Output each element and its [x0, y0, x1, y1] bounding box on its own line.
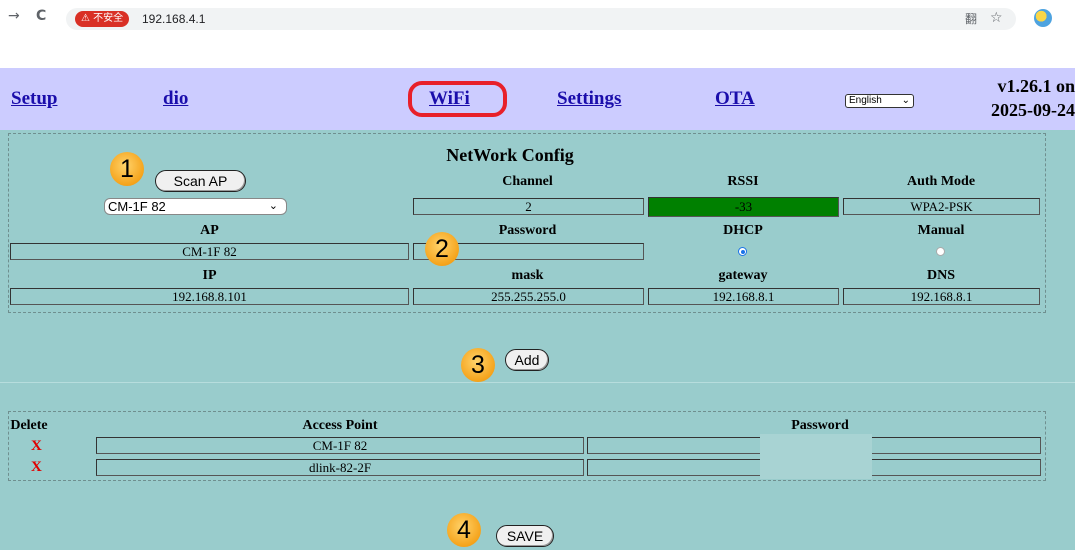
section-divider — [0, 382, 1075, 383]
language-select[interactable]: English ⌄ — [845, 94, 914, 108]
channel-header: Channel — [502, 174, 553, 189]
rssi-value: -33 — [648, 197, 839, 217]
delete-ap-2-button[interactable]: X — [31, 459, 42, 475]
nav-settings-link[interactable]: Settings — [557, 88, 621, 110]
language-select-value: English — [849, 95, 882, 106]
version-line-1: v1.26.1 on — [997, 76, 1075, 96]
auth-mode-value: WPA2-PSK — [843, 198, 1040, 215]
save-button[interactable]: SAVE — [496, 525, 554, 547]
wifi-highlight-outline — [408, 81, 507, 117]
dns-header: DNS — [926, 268, 955, 283]
step-badge-3: 3 — [461, 348, 495, 382]
bookmark-star-icon[interactable]: ☆ — [990, 10, 1003, 26]
delete-header: Delete — [10, 418, 48, 433]
saved-ap-1-name[interactable]: CM-1F 82 — [96, 437, 584, 454]
network-config-title: NetWork Config — [446, 145, 574, 165]
saved-password-header: Password — [791, 418, 849, 433]
chevron-down-icon: ⌄ — [268, 200, 278, 212]
delete-ap-1-button[interactable]: X — [31, 438, 42, 454]
ap-select-value: CM-1F 82 — [108, 199, 166, 214]
dhcp-header: DHCP — [723, 223, 763, 238]
chevron-down-icon: ⌄ — [901, 95, 910, 106]
manual-radio[interactable] — [936, 247, 945, 256]
profile-avatar-icon[interactable] — [1034, 9, 1052, 27]
saved-ap-2-name[interactable]: dlink-82-2F — [96, 459, 584, 476]
browser-toolbar: → C ⚠ 不安全 192.168.4.1 翻 ☆ — [0, 0, 1075, 34]
manual-header: Manual — [917, 223, 965, 238]
ap-header: AP — [200, 223, 219, 238]
dhcp-radio[interactable] — [738, 247, 747, 256]
mask-field[interactable]: 255.255.255.0 — [413, 288, 644, 305]
nav-setup-link[interactable]: Setup — [11, 88, 57, 110]
nav-ota-link[interactable]: OTA — [715, 88, 755, 110]
translate-icon[interactable]: 翻 — [965, 11, 977, 27]
url-text[interactable]: 192.168.4.1 — [142, 11, 205, 27]
channel-value: 2 — [413, 198, 644, 215]
ap-select-dropdown[interactable]: CM-1F 82 ⌄ — [104, 198, 287, 215]
password-redaction-overlay — [760, 434, 872, 479]
gateway-header: gateway — [718, 268, 768, 283]
version-date: 2025-09-24 — [991, 100, 1075, 120]
access-point-header: Access Point — [302, 418, 378, 433]
mask-header: mask — [511, 268, 544, 283]
step-badge-1: 1 — [110, 152, 144, 186]
scan-ap-button[interactable]: Scan AP — [155, 170, 246, 192]
step-badge-4: 4 — [447, 513, 481, 547]
version-info: v1.26.1 on 2025-09-24 — [955, 74, 1075, 122]
dns-field[interactable]: 192.168.8.1 — [843, 288, 1040, 305]
security-warning-badge[interactable]: ⚠ 不安全 — [75, 11, 130, 27]
reload-icon[interactable]: C — [36, 9, 46, 23]
ap-field[interactable]: CM-1F 82 — [10, 243, 409, 260]
step-badge-2: 2 — [425, 232, 459, 266]
forward-icon[interactable]: → — [8, 9, 20, 23]
rssi-header: RSSI — [727, 174, 759, 189]
auth-mode-header: Auth Mode — [906, 174, 976, 189]
gateway-field[interactable]: 192.168.8.1 — [648, 288, 839, 305]
nav-dio-link[interactable]: dio — [163, 88, 188, 110]
ip-field[interactable]: 192.168.8.101 — [10, 288, 409, 305]
add-button[interactable]: Add — [505, 349, 549, 371]
ip-header: IP — [202, 268, 217, 283]
wifi-page-body: NetWork Config Scan AP Channel RSSI Auth… — [0, 130, 1075, 550]
address-bar[interactable] — [66, 8, 1016, 30]
